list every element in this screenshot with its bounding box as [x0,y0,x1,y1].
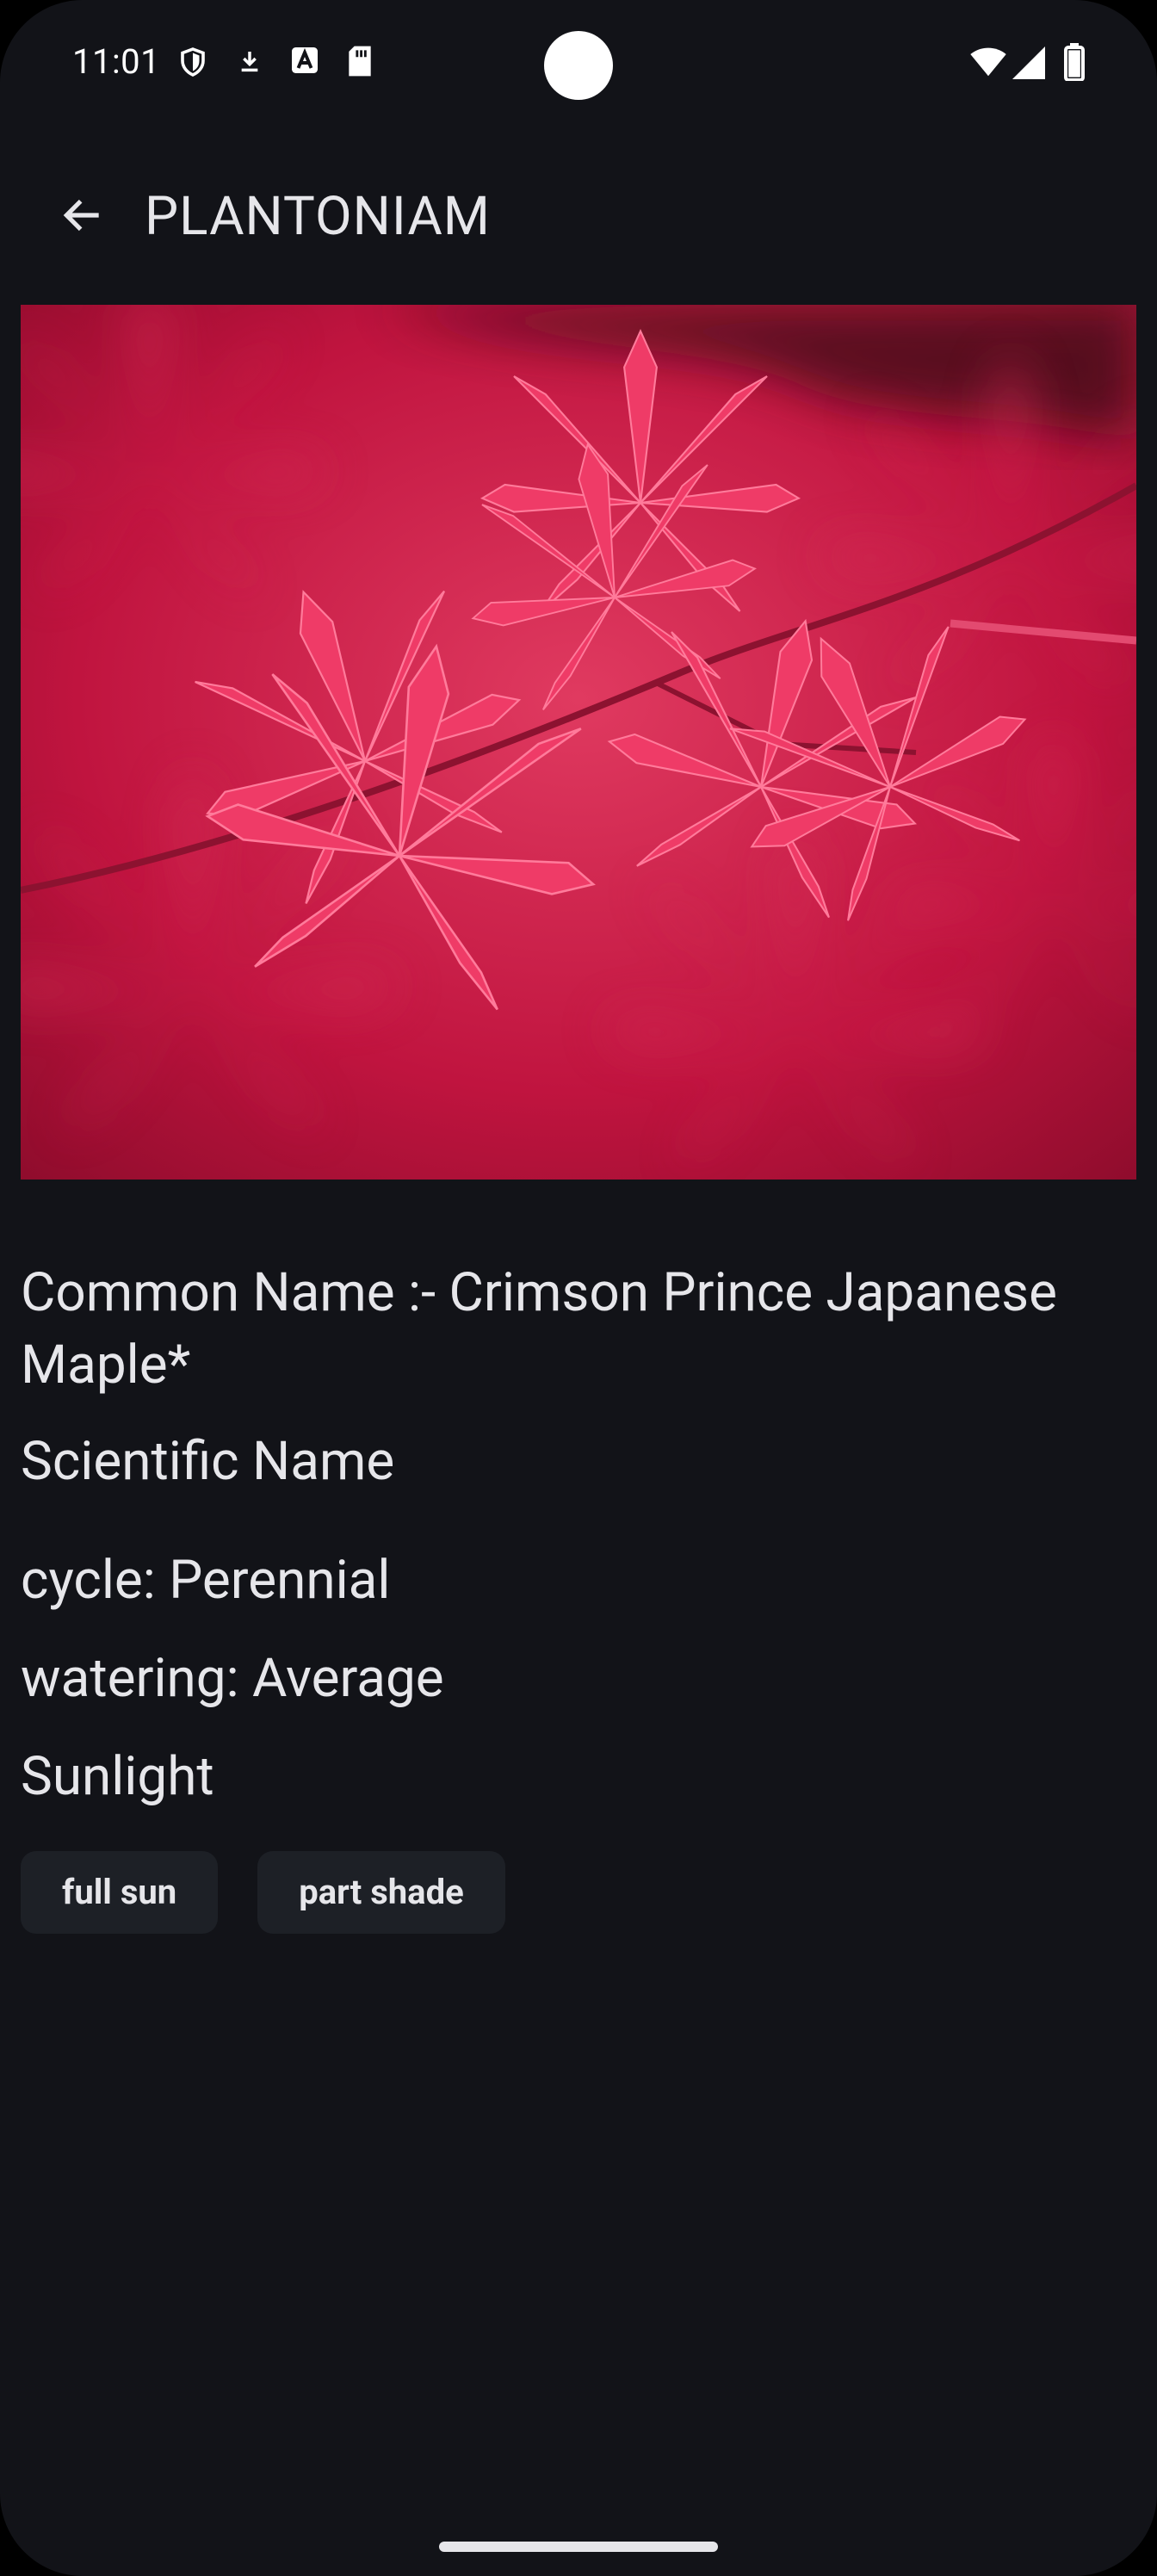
back-button[interactable] [48,183,117,251]
download-arrow-icon [236,45,263,83]
plant-image [21,305,1136,1180]
gesture-nav-handle[interactable] [439,2542,718,2552]
signal-icon [1012,46,1045,83]
camera-cutout [544,31,613,100]
sunlight-label: Sunlight [21,1745,214,1808]
app-screen: 11:01 PLANTONIAM Common Name:- Crimson … [0,0,1157,2576]
arrow-back-icon [59,191,107,243]
battery-icon [1064,43,1085,84]
app-title: PLANTONIAM [145,185,491,248]
cycle-text: cycle: Perennial [21,1549,391,1612]
sunlight-chip-full-sun[interactable]: full sun [21,1851,219,1934]
common-name: Common Name :- Crimson Prince Japanese M… [21,1261,1057,1396]
sd-card-icon [346,45,374,81]
sunlight-chips: full sun part shade [21,1851,1136,1934]
status-bar: 11:01 [0,0,1157,129]
watering-text: watering: Average [21,1647,444,1710]
scientific-name-label: Scientific Name [21,1430,395,1493]
plant-details: Common Name :- Crimson Prince Japanese M… [21,1257,1136,1934]
status-time: 11:01 [72,41,161,82]
top-app-bar: PLANTONIAM [0,155,1157,267]
sunlight-chip-part-shade[interactable]: part shade [257,1851,505,1934]
wifi-icon [969,46,1007,81]
shield-icon [177,45,208,83]
keyboard-a-icon [289,45,320,79]
